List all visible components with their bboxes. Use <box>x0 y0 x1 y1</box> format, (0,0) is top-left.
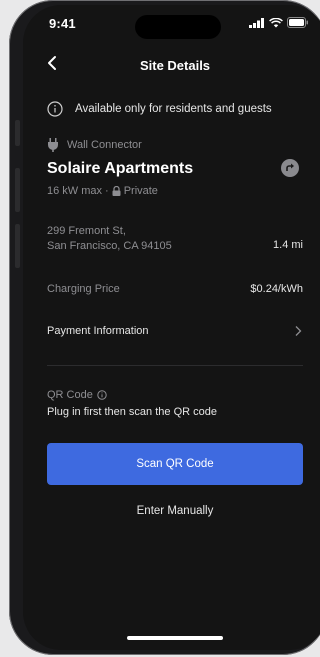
plug-icon <box>48 138 58 152</box>
share-button[interactable] <box>281 159 299 177</box>
status-time: 9:41 <box>49 16 76 31</box>
lock-icon <box>112 186 121 196</box>
site-name: Solaire Apartments <box>47 160 194 177</box>
payment-information-label: Payment Information <box>47 325 149 337</box>
wifi-icon <box>269 17 283 27</box>
access-type: Private <box>123 185 158 197</box>
payment-information-row[interactable]: Payment Information <box>47 317 303 345</box>
battery-icon <box>287 17 308 28</box>
address-line-1: 299 Fremont St, <box>47 225 126 237</box>
scan-qr-code-button[interactable]: Scan QR Code <box>47 443 303 485</box>
site-meta: 16 kW max · Private <box>47 185 158 197</box>
dynamic-island <box>135 15 221 39</box>
qr-code-label-text: QR Code <box>47 389 93 401</box>
charging-price-label: Charging Price <box>47 283 120 295</box>
enter-manually-link[interactable]: Enter Manually <box>23 505 320 517</box>
charging-price-value: $0.24/kWh <box>250 283 303 295</box>
connector-type: Wall Connector <box>47 138 142 152</box>
home-indicator[interactable] <box>127 636 223 640</box>
volume-down-button <box>15 224 20 268</box>
notice-text: Available only for residents and guests <box>75 103 272 115</box>
qr-code-label: QR Code <box>47 389 107 401</box>
mute-switch <box>15 120 20 146</box>
phone-frame: 9:41 Site Details Available only for res… <box>9 0 320 655</box>
nav-bar: Site Details <box>23 49 320 77</box>
status-icons <box>249 17 309 28</box>
qr-instruction: Plug in first then scan the QR code <box>47 406 217 418</box>
meta-separator: · <box>105 185 109 197</box>
app-screen: 9:41 Site Details Available only for res… <box>23 5 320 650</box>
status-bar: 9:41 <box>23 5 320 39</box>
availability-notice: Available only for residents and guests <box>47 101 307 117</box>
info-small-icon[interactable] <box>97 390 107 400</box>
address-line-2: San Francisco, CA 94105 <box>47 240 172 252</box>
share-arrow-icon <box>286 163 294 171</box>
connector-type-label: Wall Connector <box>67 139 142 151</box>
chevron-right-icon <box>295 326 302 336</box>
info-icon <box>47 101 63 117</box>
power-rating: 16 kW max <box>47 185 103 197</box>
section-divider <box>47 365 303 366</box>
site-address: 299 Fremont St, San Francisco, CA 94105 <box>47 224 172 254</box>
volume-up-button <box>15 168 20 212</box>
cellular-signal-icon <box>249 17 264 28</box>
page-title: Site Details <box>139 58 211 73</box>
site-distance: 1.4 mi <box>273 239 303 251</box>
